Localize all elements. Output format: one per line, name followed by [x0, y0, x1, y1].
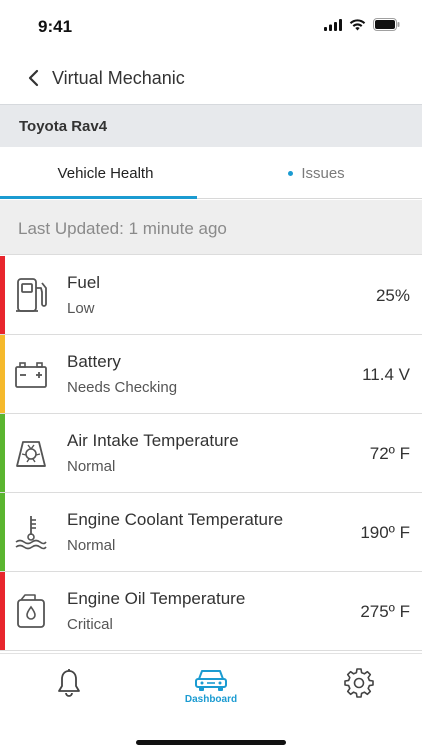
- bell-icon: [58, 669, 80, 697]
- home-indicator: [136, 740, 286, 745]
- health-row-air-intake-temperature[interactable]: Air Intake Temperature Normal 72º F: [0, 414, 422, 493]
- back-chevron-icon[interactable]: [24, 68, 44, 88]
- issues-indicator-dot: [288, 170, 294, 176]
- row-value: 190º F: [360, 523, 410, 542]
- status-accent-bar: [0, 572, 5, 650]
- row-status: Critical: [67, 616, 113, 633]
- row-value: 11.4 V: [362, 365, 410, 384]
- health-row-engine-coolant-temperature[interactable]: Engine Coolant Temperature Normal 190º F: [0, 493, 422, 572]
- car-icon: [195, 670, 227, 691]
- status-accent-bar: [0, 414, 5, 492]
- battery-icon: [15, 362, 47, 388]
- tab-issues-label: Issues: [301, 164, 345, 182]
- last-updated-bar: Last Updated: 1 minute ago: [0, 200, 422, 255]
- status-accent-bar: [0, 335, 5, 413]
- oil-can-icon: [17, 594, 45, 628]
- health-row-fuel[interactable]: Fuel Low 25%: [0, 256, 422, 335]
- cellular-signal-icon: [324, 18, 342, 31]
- row-title: Engine Coolant Temperature: [67, 510, 284, 529]
- vehicle-name: Toyota Rav4: [19, 118, 108, 135]
- battery-status-icon: [373, 18, 400, 31]
- row-status: Low: [67, 300, 95, 317]
- page-title: Virtual Mechanic: [52, 68, 185, 88]
- last-updated-text: Last Updated: 1 minute ago: [18, 219, 227, 238]
- tabbar-settings[interactable]: [329, 668, 389, 718]
- coolant-temperature-icon: [15, 516, 47, 550]
- tab-vehicle-health[interactable]: Vehicle Health: [0, 147, 211, 199]
- health-row-battery[interactable]: Battery Needs Checking 11.4 V: [0, 335, 422, 414]
- row-title: Air Intake Temperature: [67, 431, 239, 450]
- tabbar-notifications[interactable]: [39, 668, 99, 718]
- status-accent-bar: [0, 256, 5, 334]
- row-status: Normal: [67, 458, 116, 475]
- row-title: Engine Oil Temperature: [67, 589, 246, 608]
- status-icons: [324, 18, 400, 31]
- row-status: Needs Checking: [67, 379, 178, 396]
- status-accent-bar: [0, 493, 5, 571]
- row-status: Normal: [67, 537, 116, 554]
- row-value: 72º F: [369, 444, 410, 463]
- gear-icon: [344, 668, 374, 698]
- vehicle-header: Toyota Rav4: [0, 104, 422, 147]
- air-intake-icon: [16, 441, 46, 467]
- status-bar: 9:41: [0, 0, 422, 52]
- row-value: 275º F: [360, 602, 410, 621]
- health-row-engine-oil-temperature[interactable]: Engine Oil Temperature Critical 275º F: [0, 572, 422, 651]
- tabbar-dashboard-label: Dashboard: [184, 694, 238, 705]
- row-title: Fuel: [67, 273, 101, 292]
- row-title: Battery: [67, 352, 121, 371]
- bottom-tab-bar: Dashboard: [0, 653, 422, 750]
- tabbar-dashboard[interactable]: Dashboard: [181, 668, 241, 718]
- tab-issues[interactable]: Issues: [211, 147, 422, 199]
- tab-vehicle-health-label: Vehicle Health: [57, 164, 154, 182]
- wifi-icon: [349, 18, 366, 30]
- health-list: Fuel Low 25% Battery Needs Checking 11.4…: [0, 256, 422, 651]
- row-value: 25%: [375, 286, 410, 305]
- navigation-bar: Virtual Mechanic: [0, 52, 422, 104]
- status-time: 9:41: [38, 17, 73, 36]
- active-tab-underline: [0, 196, 197, 199]
- fuel-pump-icon: [16, 278, 47, 312]
- segment-tabs: Vehicle Health Issues: [0, 147, 422, 199]
